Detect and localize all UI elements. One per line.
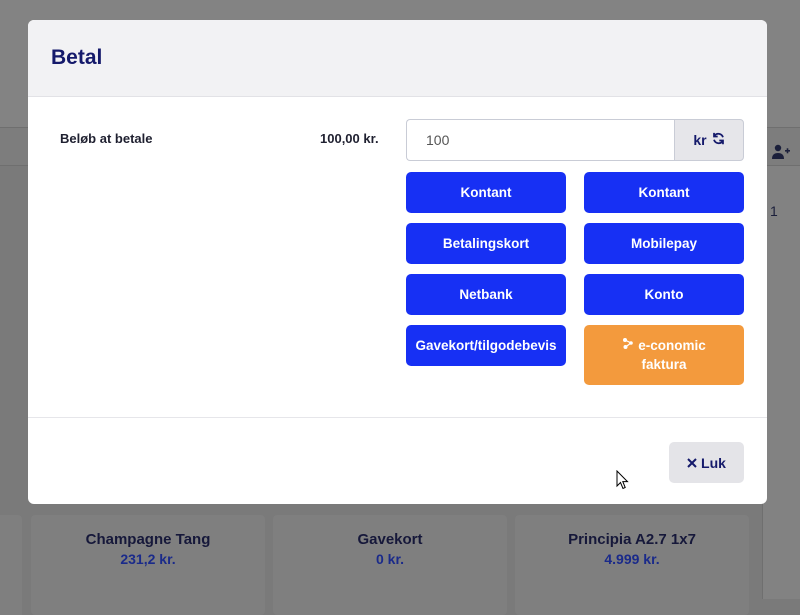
- currency-reset-button[interactable]: kr: [674, 119, 744, 161]
- mouse-cursor-icon: [616, 469, 630, 495]
- refresh-icon: [712, 132, 725, 148]
- background-product-card: [0, 515, 22, 615]
- pay-cash-button-2[interactable]: Kontant: [584, 172, 744, 213]
- product-price: 4.999 kr.: [604, 551, 660, 567]
- add-user-icon: [772, 144, 794, 164]
- product-price: 0 kr.: [375, 551, 405, 567]
- product-name: Gavekort: [357, 531, 423, 548]
- pay-card-button[interactable]: Betalingskort: [406, 223, 566, 264]
- amount-input[interactable]: [406, 119, 674, 161]
- amount-label: Beløb at betale: [60, 131, 153, 146]
- close-button[interactable]: Luk: [669, 442, 744, 483]
- modal-body: Beløb at betale 100,00 kr. kr Kontant Ko…: [28, 97, 767, 418]
- close-icon: [687, 455, 697, 471]
- pay-mobilepay-button[interactable]: Mobilepay: [584, 223, 744, 264]
- economic-logo-icon: [622, 336, 634, 355]
- amount-value: 100,00 kr.: [320, 131, 379, 146]
- modal-title: Betal: [51, 46, 103, 69]
- background-row-number: 1: [770, 203, 778, 219]
- background-product-card: Principia A2.7 1x7 4.999 kr.: [515, 515, 749, 615]
- pay-giftcard-button[interactable]: Gavekort/tilgodebevis: [406, 325, 566, 366]
- pay-cash-button[interactable]: Kontant: [406, 172, 566, 213]
- modal-footer: Luk: [28, 418, 767, 504]
- product-price: 231,2 kr.: [120, 551, 176, 567]
- amount-input-group: kr: [406, 119, 744, 161]
- modal-header: Betal: [28, 20, 767, 97]
- currency-label: kr: [693, 132, 707, 148]
- economic-label: e-conomic faktura: [638, 337, 706, 373]
- close-label: Luk: [701, 454, 726, 471]
- product-name: Champagne Tang: [85, 531, 211, 548]
- pay-economic-invoice-button[interactable]: e-conomic faktura: [584, 325, 744, 385]
- background-right-column: [762, 166, 800, 599]
- pay-netbank-button[interactable]: Netbank: [406, 274, 566, 315]
- background-product-card: Gavekort 0 kr.: [273, 515, 507, 615]
- product-name: Principia A2.7 1x7: [568, 531, 696, 548]
- payment-modal: Betal Beløb at betale 100,00 kr. kr Kont…: [28, 20, 767, 504]
- background-product-card: Champagne Tang 231,2 kr.: [31, 515, 265, 615]
- pay-account-button[interactable]: Konto: [584, 274, 744, 315]
